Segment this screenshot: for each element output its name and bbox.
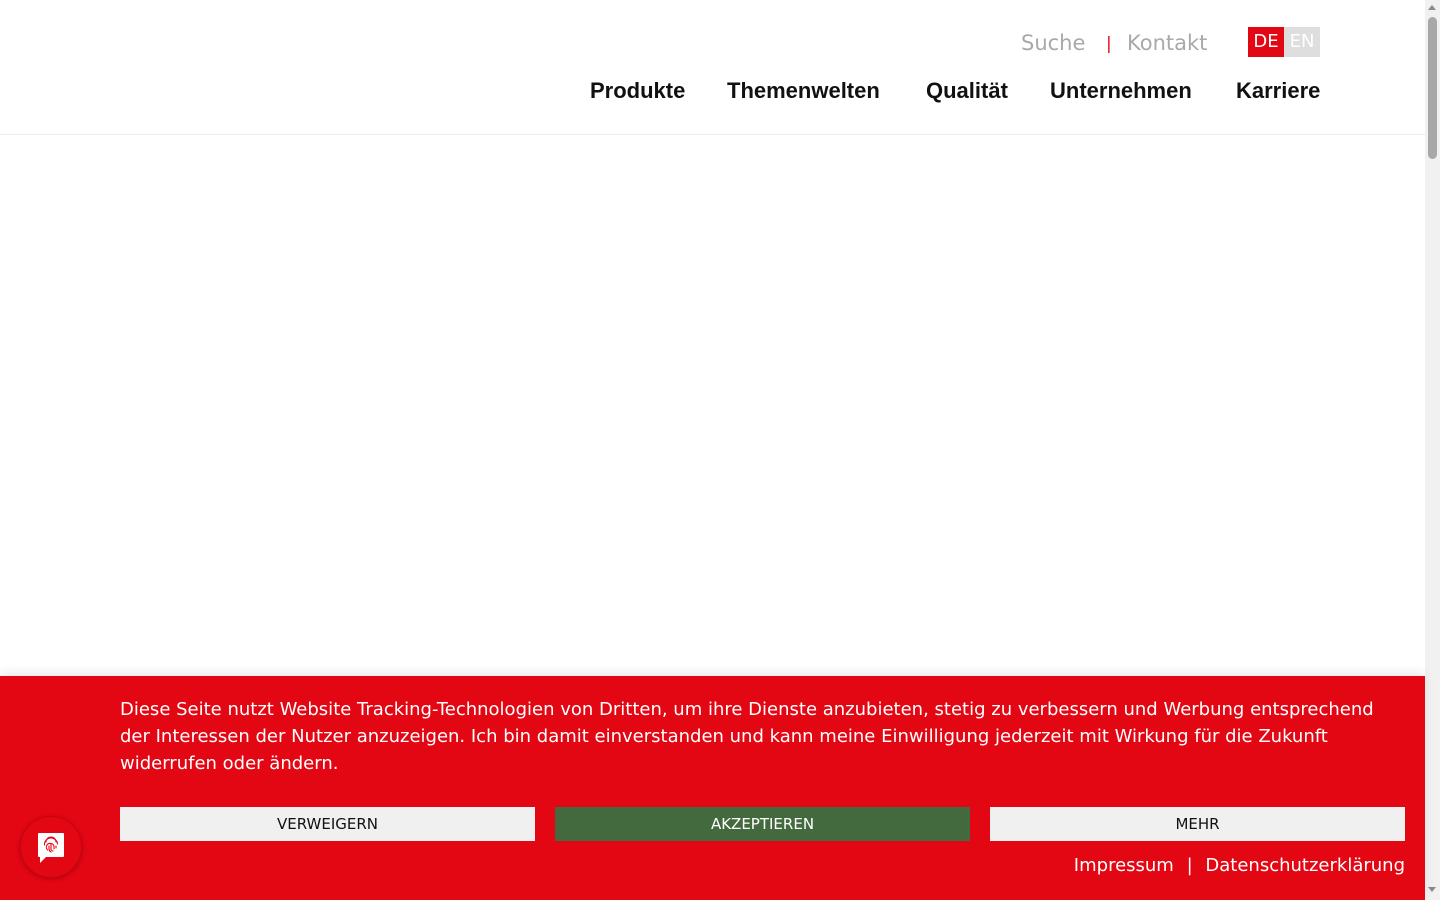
cookie-message: Diese Seite nutzt Website Tracking-Techn… [120,699,1374,774]
accept-button[interactable]: AKZEPTIEREN [555,807,970,841]
search-link[interactable]: Suche [1021,30,1085,56]
site-header: Suche | Kontakt DE EN Produkte Themenwel… [0,0,1425,135]
nav-item-karriere[interactable]: Karriere [1236,78,1320,104]
page: Suche | Kontakt DE EN Produkte Themenwel… [0,0,1440,900]
nav-item-themenwelten[interactable]: Themenwelten [727,78,880,104]
cookie-legal-links: Impressum | Datenschutzerklärung [1074,854,1405,878]
privacy-policy-link[interactable]: Datenschutzerklärung [1205,855,1405,876]
scroll-down-arrow-icon[interactable] [1428,887,1436,892]
imprint-link[interactable]: Impressum [1074,855,1174,876]
deny-button[interactable]: VERWEIGERN [120,807,535,841]
nav-item-produkte[interactable]: Produkte [590,78,685,104]
utility-separator: | [1106,34,1112,54]
fingerprint-chat-icon [38,833,64,863]
language-en[interactable]: EN [1284,27,1320,57]
privacy-settings-button[interactable] [20,816,82,878]
nav-item-unternehmen[interactable]: Unternehmen [1050,78,1192,104]
scroll-thumb[interactable] [1428,17,1437,159]
nav-item-qualitaet[interactable]: Qualität [926,78,1008,104]
contact-link[interactable]: Kontakt [1127,30,1207,56]
legal-links-separator: | [1186,855,1193,876]
more-button[interactable]: MEHR [990,807,1405,841]
language-de[interactable]: DE [1248,27,1284,57]
cookie-banner: Diese Seite nutzt Website Tracking-Techn… [0,676,1425,900]
page-scrollbar[interactable] [1425,0,1440,900]
scroll-up-arrow-icon[interactable] [1428,5,1436,10]
